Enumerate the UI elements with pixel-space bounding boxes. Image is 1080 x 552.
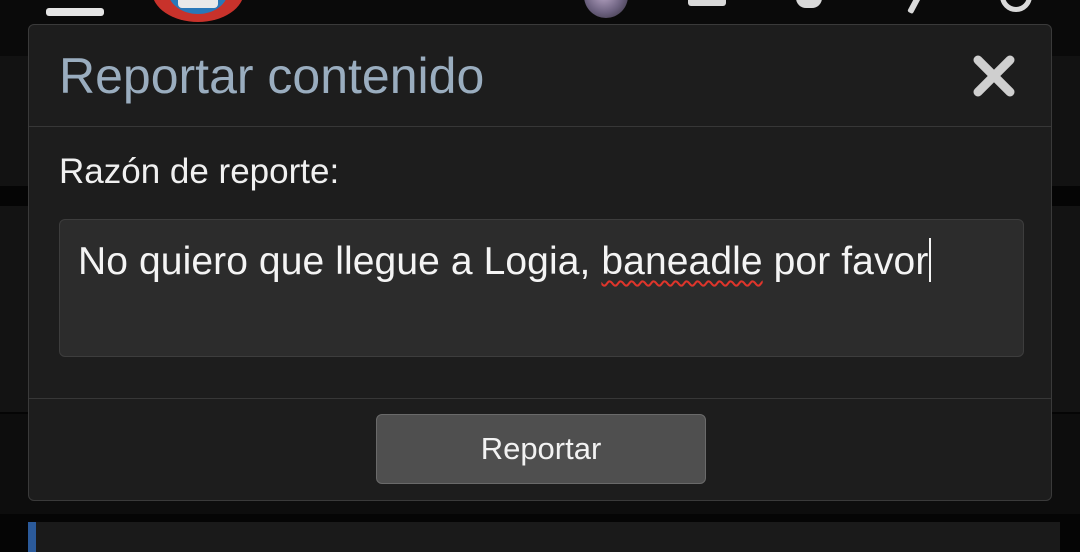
close-icon [973, 55, 1015, 97]
site-logo-mark [178, 0, 218, 8]
background-card [28, 522, 1060, 552]
menu-icon [46, 8, 104, 16]
report-dialog: Reportar contenido Razón de reporte: No … [28, 24, 1052, 501]
bell-icon [796, 0, 822, 8]
submit-report-button[interactable]: Reportar [376, 414, 706, 484]
close-button[interactable] [969, 51, 1019, 101]
report-reason-textarea[interactable]: No quiero que llegue a Logia, baneadle p… [59, 219, 1024, 357]
edit-icon [907, 0, 923, 15]
dialog-title: Reportar contenido [59, 48, 485, 104]
report-reason-text: No quiero que llegue a Logia, baneadle p… [78, 238, 932, 283]
search-icon [1000, 0, 1032, 12]
dialog-header: Reportar contenido [29, 25, 1051, 127]
reason-text-start: No quiero que llegue a Logia, [78, 240, 602, 283]
reason-text-end: por favor [762, 240, 929, 283]
avatar [584, 0, 628, 18]
dialog-body: Razón de reporte: No quiero que llegue a… [29, 127, 1051, 399]
inbox-icon [688, 0, 726, 6]
dialog-footer: Reportar [29, 399, 1051, 500]
report-reason-label: Razón de reporte: [59, 152, 340, 191]
site-logo [152, 0, 244, 22]
text-caret [929, 238, 932, 282]
misspelled-word: baneadle [601, 240, 763, 283]
